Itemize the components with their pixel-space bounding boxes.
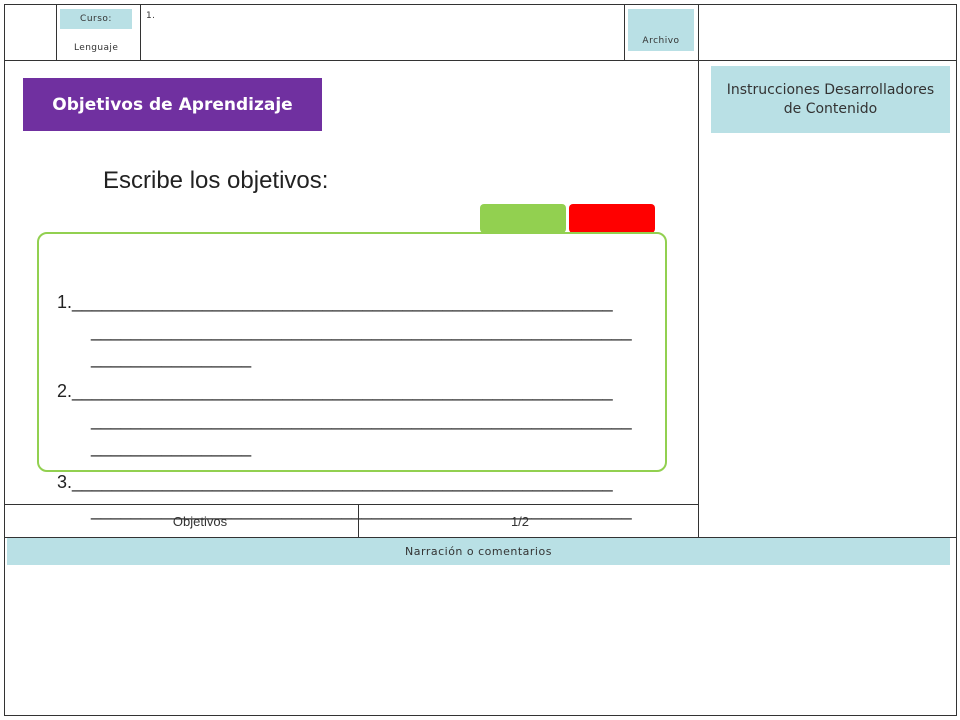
- item-number: 1.: [146, 11, 156, 21]
- instructions-label: Instrucciones Desarrolladores de Conteni…: [711, 66, 950, 133]
- frame-top: [4, 4, 957, 5]
- objective-2: 2.______________________________________…: [57, 381, 613, 401]
- frame-right: [956, 4, 957, 716]
- narration-label: Narración o comentarios: [7, 538, 950, 565]
- section-title: Objetivos de Aprendizaje: [23, 78, 322, 131]
- footer-section: Objetivos: [172, 514, 228, 529]
- file-label: Archivo: [628, 9, 694, 51]
- course-label: Curso:: [60, 9, 132, 29]
- header-col-1: [56, 4, 57, 61]
- header-col-3: [624, 4, 625, 61]
- red-button[interactable]: [569, 204, 655, 233]
- footer-divider: [358, 504, 359, 538]
- frame-left: [4, 4, 5, 716]
- objective-1-cont: ________________: [91, 348, 252, 368]
- objective-3: 3.______________________________________…: [57, 472, 613, 492]
- course-value: Lenguaje: [74, 43, 119, 53]
- objective-1-cont: ________________________________________…: [91, 321, 632, 341]
- objective-2-cont: ________________: [91, 437, 252, 457]
- header-col-4: [698, 4, 699, 538]
- narration-area[interactable]: [7, 566, 950, 712]
- header-col-2: [140, 4, 141, 61]
- objective-1: 1.______________________________________…: [57, 292, 613, 312]
- header-divider: [4, 60, 957, 61]
- footer-page: 1/2: [510, 514, 530, 529]
- objective-2-cont: ________________________________________…: [91, 410, 632, 430]
- page-heading: Escribe los objetivos:: [103, 167, 329, 194]
- green-button[interactable]: [480, 204, 566, 233]
- footer-top: [4, 504, 699, 505]
- frame-bottom: [4, 715, 957, 716]
